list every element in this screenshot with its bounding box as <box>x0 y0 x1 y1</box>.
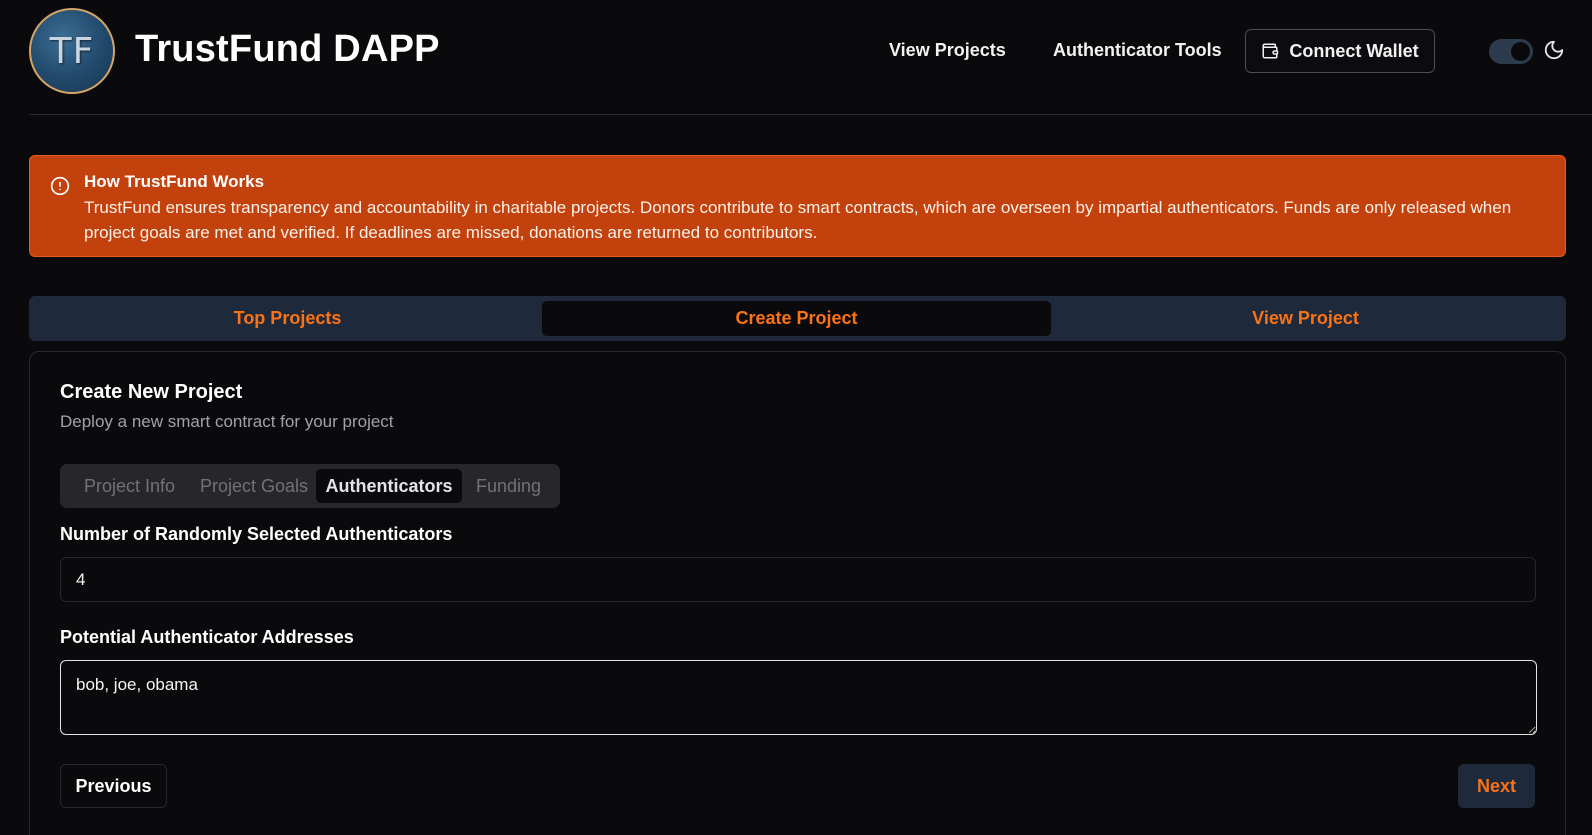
theme-toggle[interactable] <box>1489 39 1533 64</box>
step-tab-funding[interactable]: Funding <box>463 469 554 503</box>
step-tab-project-goals[interactable]: Project Goals <box>193 469 315 503</box>
card-subtitle: Deploy a new smart contract for your pro… <box>60 412 394 431</box>
page: TF TrustFund DAPP View Projects Authenti… <box>0 0 1592 835</box>
logo[interactable]: TF <box>29 8 115 94</box>
connect-wallet-label: Connect Wallet <box>1289 40 1419 61</box>
step-tabs: Project Info Project Goals Authenticator… <box>60 464 560 508</box>
toggle-knob <box>1511 42 1530 61</box>
alert-circle-icon <box>50 176 70 196</box>
main-tabs: Top Projects Create Project View Project <box>29 296 1566 341</box>
tab-top-projects[interactable]: Top Projects <box>33 301 542 336</box>
wallet-icon <box>1261 42 1279 60</box>
authenticator-addresses-label: Potential Authenticator Addresses <box>60 627 354 647</box>
app-title: TrustFund DAPP <box>135 28 440 70</box>
alert-title: How TrustFund Works <box>84 172 265 191</box>
header: TF TrustFund DAPP View Projects Authenti… <box>0 0 1592 115</box>
num-authenticators-input[interactable] <box>60 557 1536 602</box>
nav-view-projects[interactable]: View Projects <box>889 40 1006 61</box>
card-title: Create New Project <box>60 381 243 403</box>
num-authenticators-label: Number of Randomly Selected Authenticato… <box>60 524 453 544</box>
previous-button[interactable]: Previous <box>60 764 167 808</box>
authenticator-addresses-textarea[interactable]: bob, joe, obama <box>60 660 1537 735</box>
header-divider <box>29 114 1592 115</box>
nav-authenticator-tools[interactable]: Authenticator Tools <box>1053 40 1222 61</box>
moon-icon <box>1543 39 1567 63</box>
tab-create-project[interactable]: Create Project <box>542 301 1051 336</box>
step-tab-authenticators[interactable]: Authenticators <box>316 469 462 503</box>
alert-description: TrustFund ensures transparency and accou… <box>84 198 1512 242</box>
info-alert: How TrustFund Works TrustFund ensures tr… <box>29 155 1566 257</box>
next-button[interactable]: Next <box>1458 764 1535 808</box>
tab-view-project[interactable]: View Project <box>1051 301 1560 336</box>
create-project-card: Create New Project Deploy a new smart co… <box>29 351 1566 835</box>
connect-wallet-button[interactable]: Connect Wallet <box>1245 29 1435 73</box>
step-tab-project-info[interactable]: Project Info <box>66 469 193 503</box>
